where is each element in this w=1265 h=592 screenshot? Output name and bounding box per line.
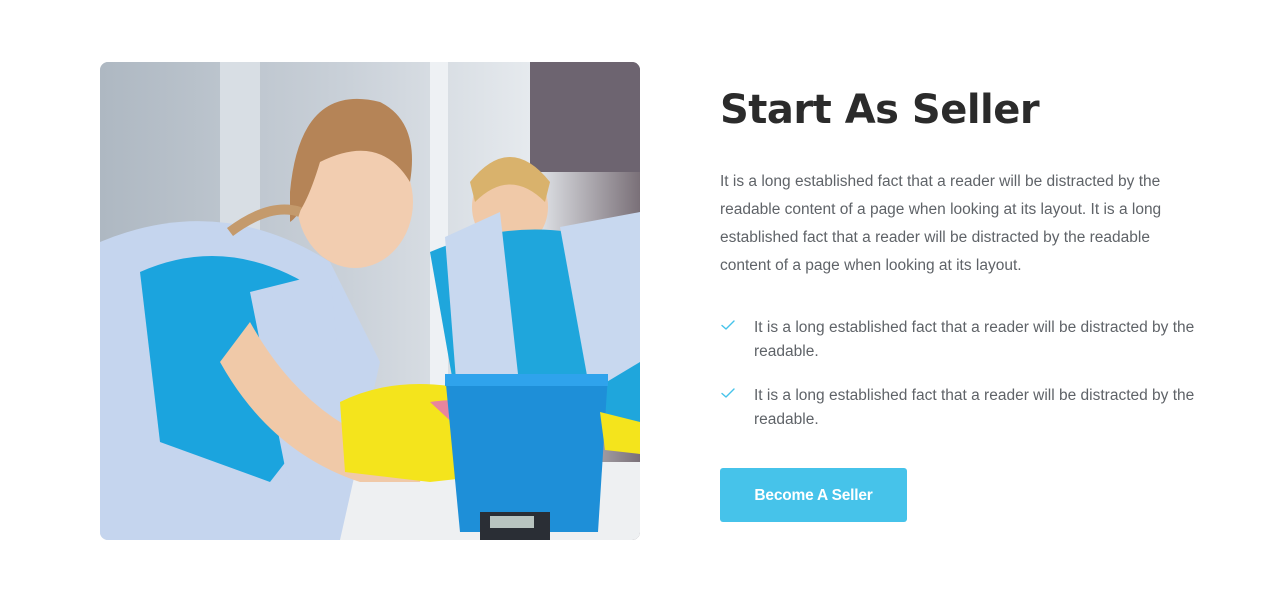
cleaners-photo	[100, 62, 640, 540]
seller-section: Start As Seller It is a long established…	[0, 0, 1265, 592]
check-icon	[721, 320, 735, 330]
list-item: It is a long established fact that a rea…	[720, 316, 1220, 364]
feature-text: It is a long established fact that a rea…	[754, 387, 1195, 428]
seller-content: Start As Seller It is a long established…	[720, 84, 1220, 522]
list-item: It is a long established fact that a rea…	[720, 384, 1220, 432]
check-icon	[721, 388, 735, 398]
feature-list: It is a long established fact that a rea…	[720, 316, 1220, 432]
section-description: It is a long established fact that a rea…	[720, 173, 1162, 274]
feature-text: It is a long established fact that a rea…	[754, 319, 1195, 360]
become-seller-button[interactable]: Become A Seller	[720, 468, 907, 522]
page-title: Start As Seller	[720, 87, 1040, 133]
